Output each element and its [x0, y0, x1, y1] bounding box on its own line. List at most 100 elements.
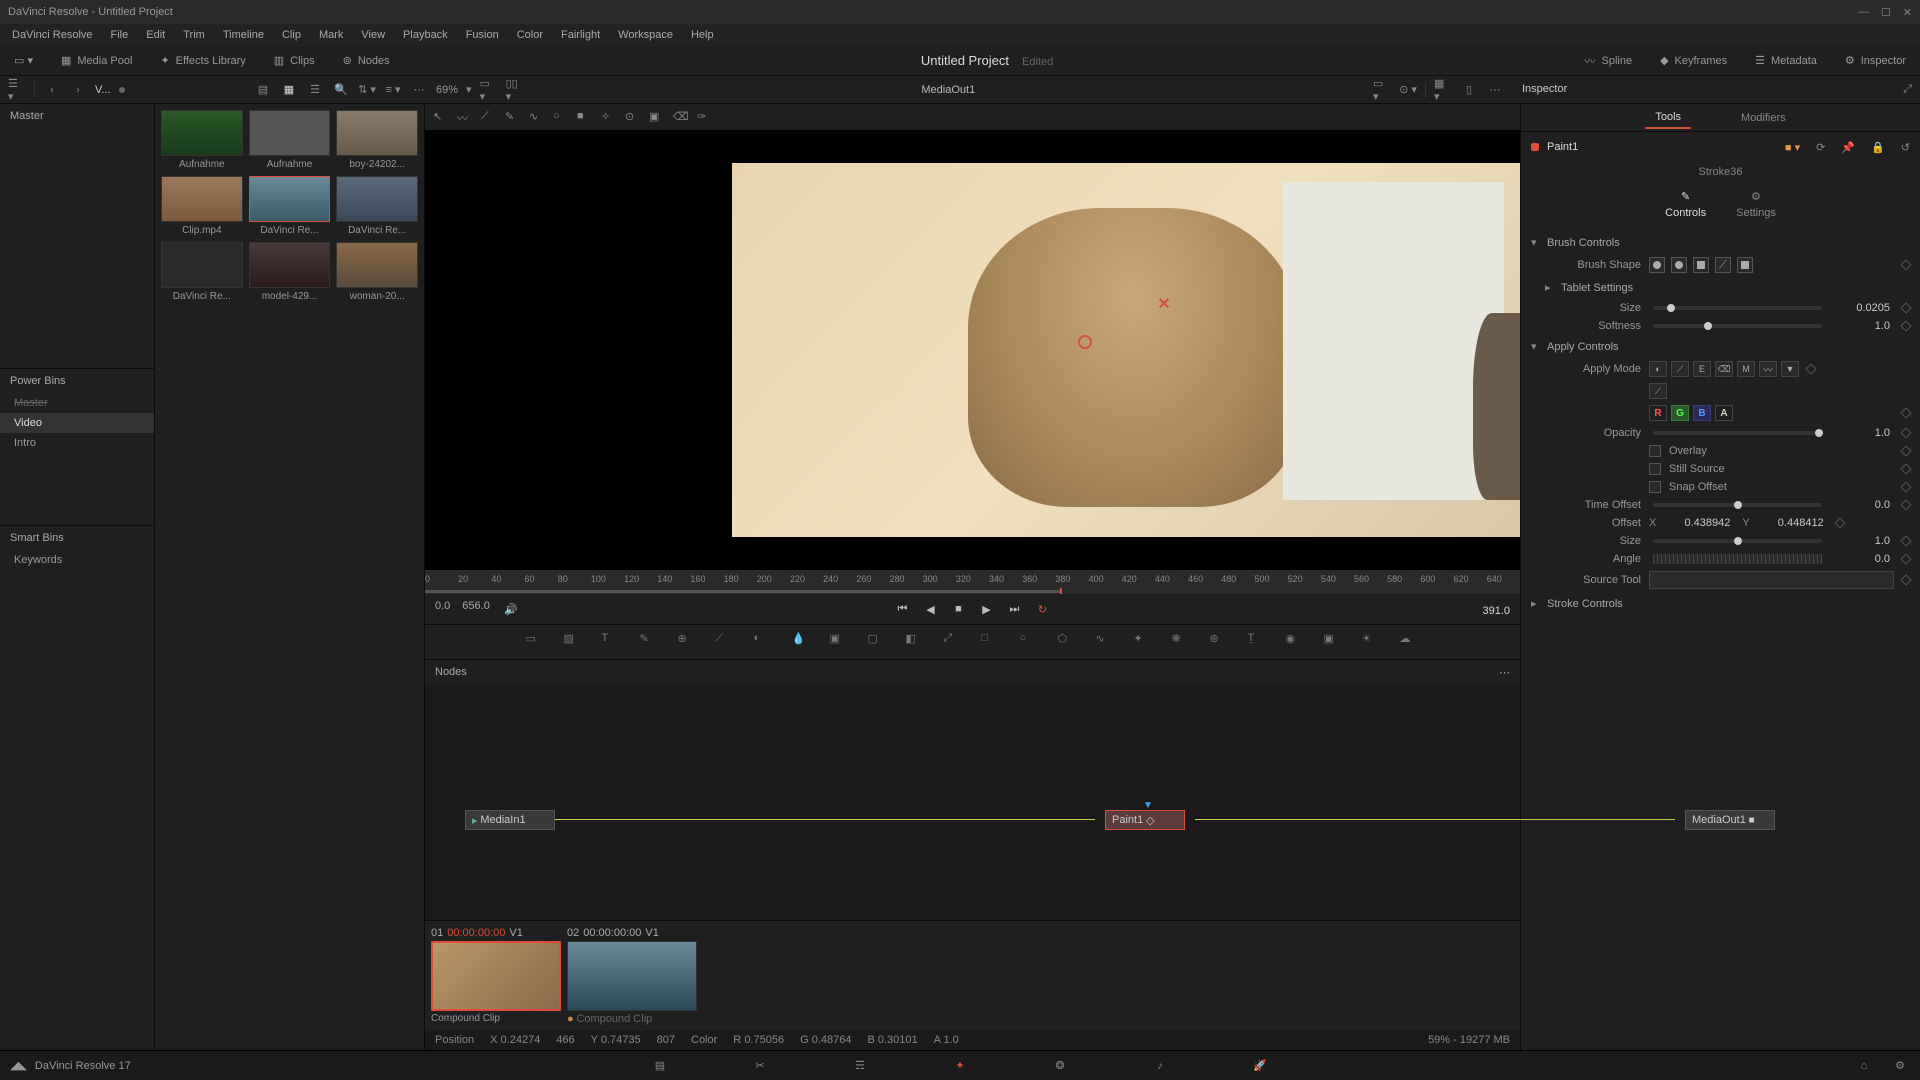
mask-icon[interactable]: ▣: [649, 110, 663, 124]
channel-b[interactable]: B: [1693, 405, 1711, 421]
zoom-percent[interactable]: 69%: [436, 84, 458, 96]
node-paint[interactable]: Paint1 ◇: [1105, 810, 1185, 830]
shape-custom[interactable]: ⟋: [1715, 257, 1731, 273]
section-brush-controls[interactable]: ▾Brush Controls: [1531, 231, 1910, 254]
polyline-icon[interactable]: ⟋: [481, 110, 495, 124]
menu-workspace[interactable]: Workspace: [610, 27, 681, 43]
time-ruler[interactable]: 0204060801001201401601802002202402602803…: [425, 570, 1520, 588]
page-edit-icon[interactable]: ☴: [850, 1056, 870, 1076]
subtab-controls[interactable]: ✎ Controls: [1665, 190, 1706, 219]
fx-merge-icon[interactable]: ▣: [830, 632, 850, 652]
viewer-more-icon[interactable]: ⋯: [1486, 81, 1504, 99]
fx-bspline-icon[interactable]: ∿: [1096, 632, 1116, 652]
effects-library-button[interactable]: ✦Effects Library: [154, 51, 251, 70]
menu-fusion[interactable]: Fusion: [458, 27, 507, 43]
node-mediain[interactable]: ▸ MediaIn1: [465, 810, 555, 830]
keyframe-diamond-icon[interactable]: [1900, 320, 1911, 331]
current-frame[interactable]: 391.0: [1482, 605, 1510, 617]
bin-video[interactable]: Video: [0, 413, 154, 433]
thumb-item[interactable]: model-429...: [249, 242, 331, 302]
menu-file[interactable]: File: [103, 27, 137, 43]
split-icon[interactable]: ▯▯ ▾: [506, 81, 524, 99]
menu-timeline[interactable]: Timeline: [215, 27, 272, 43]
version-icon[interactable]: ■ ▾: [1785, 141, 1800, 154]
fx-render-icon[interactable]: ☁: [1400, 632, 1420, 652]
keyframes-button[interactable]: ◆Keyframes: [1654, 51, 1733, 70]
brush2-icon[interactable]: ✎: [505, 110, 519, 124]
thumb-item[interactable]: DaVinci Re...: [161, 242, 243, 302]
section-stroke-controls[interactable]: ▸Stroke Controls: [1531, 592, 1910, 615]
close-icon[interactable]: ✕: [1903, 6, 1912, 19]
keyframe-diamond-icon[interactable]: [1900, 463, 1911, 474]
keyframe-diamond-icon[interactable]: [1834, 517, 1845, 528]
fx-blur-icon[interactable]: 💧: [792, 632, 812, 652]
stop-icon[interactable]: ■: [950, 600, 968, 618]
view-meta-icon[interactable]: ▤: [254, 81, 272, 99]
thumb-item[interactable]: DaVinci Re...: [336, 176, 418, 236]
menu-playback[interactable]: Playback: [395, 27, 456, 43]
spline-button[interactable]: 〰Spline: [1579, 50, 1639, 72]
bin-keywords[interactable]: Keywords: [0, 550, 154, 570]
fx-ellipse-icon[interactable]: ○: [1020, 632, 1040, 652]
menu-trim[interactable]: Trim: [175, 27, 213, 43]
section-apply-controls[interactable]: ▾Apply Controls: [1531, 335, 1910, 358]
pin-icon[interactable]: 📌: [1841, 141, 1855, 154]
maximize-icon[interactable]: ☐: [1881, 6, 1891, 19]
section-tablet[interactable]: ▸Tablet Settings: [1531, 276, 1910, 299]
menu-edit[interactable]: Edit: [138, 27, 173, 43]
mode-merge[interactable]: M: [1737, 361, 1755, 377]
reset-icon[interactable]: ↺: [1901, 141, 1910, 154]
fx-light-icon[interactable]: ☀: [1362, 632, 1382, 652]
value-softness[interactable]: 1.0: [1834, 320, 1894, 332]
slider-size2[interactable]: [1653, 539, 1822, 543]
fx-xf-icon[interactable]: ▢: [868, 632, 888, 652]
stereo-icon[interactable]: ⊙ ▾: [1399, 81, 1417, 99]
fx-background-icon[interactable]: ▭: [526, 632, 546, 652]
last-frame-icon[interactable]: ⏭: [1006, 600, 1024, 618]
keyframe-diamond-icon[interactable]: [1900, 553, 1911, 564]
shape-soft-circle[interactable]: [1649, 257, 1665, 273]
fx-wand-icon[interactable]: ✦: [1134, 632, 1154, 652]
value-size2[interactable]: 1.0: [1834, 535, 1894, 547]
bin-intro[interactable]: Intro: [0, 433, 154, 453]
mode-erase[interactable]: ⌫: [1715, 361, 1733, 377]
mode-emboss[interactable]: E: [1693, 361, 1711, 377]
keyframe-diamond-icon[interactable]: [1805, 363, 1816, 374]
slider-softness[interactable]: [1653, 324, 1822, 328]
bin-master2[interactable]: Master: [0, 393, 154, 413]
keyframe-diamond-icon[interactable]: [1900, 427, 1911, 438]
media-pool-button[interactable]: ▦Media Pool: [55, 51, 138, 70]
node-mediaout[interactable]: MediaOut1 ■: [1685, 810, 1775, 830]
keyframe-diamond-icon[interactable]: [1900, 481, 1911, 492]
minimize-icon[interactable]: —: [1858, 6, 1869, 19]
shape-stamp[interactable]: [1737, 257, 1753, 273]
keyframe-diamond-icon[interactable]: [1900, 407, 1911, 418]
keyframe-diamond-icon[interactable]: [1900, 535, 1911, 546]
bin-master[interactable]: Master: [0, 104, 154, 128]
page-cut-icon[interactable]: ✂: [750, 1056, 770, 1076]
fx-fastnoise-icon[interactable]: ▨: [564, 632, 584, 652]
tab-tools[interactable]: Tools: [1645, 107, 1691, 129]
nodes-button[interactable]: ⊚Nodes: [337, 51, 396, 70]
fit-icon[interactable]: ▭ ▾: [480, 81, 498, 99]
menu-davinci[interactable]: DaVinci Resolve: [4, 27, 101, 43]
thumb-item[interactable]: Aufnahme: [249, 110, 331, 170]
home-icon[interactable]: ⌂: [1854, 1056, 1874, 1076]
menu-help[interactable]: Help: [683, 27, 722, 43]
page-deliver-icon[interactable]: 🚀: [1250, 1056, 1270, 1076]
value-offset-y[interactable]: 0.448412: [1758, 517, 1828, 529]
square-tool-icon[interactable]: ■: [577, 110, 591, 124]
fx-prender-icon[interactable]: ⊛: [1210, 632, 1230, 652]
channel-g[interactable]: G: [1671, 405, 1689, 421]
mode-clone[interactable]: ⟋: [1671, 361, 1689, 377]
roi-icon[interactable]: ▭ ▾: [1373, 81, 1391, 99]
fx-shape3d-icon[interactable]: ◉: [1286, 632, 1306, 652]
keyframe-diamond-icon[interactable]: [1900, 574, 1911, 585]
checkbox-snap[interactable]: [1649, 481, 1661, 493]
project-settings-icon[interactable]: ⚙: [1890, 1056, 1910, 1076]
picker-icon[interactable]: ✑: [697, 110, 711, 124]
keyframe-diamond-icon[interactable]: [1900, 445, 1911, 456]
wand-icon[interactable]: ✧: [601, 110, 615, 124]
value-opacity[interactable]: 1.0: [1834, 427, 1894, 439]
filter-icon[interactable]: ≡ ▾: [384, 81, 402, 99]
